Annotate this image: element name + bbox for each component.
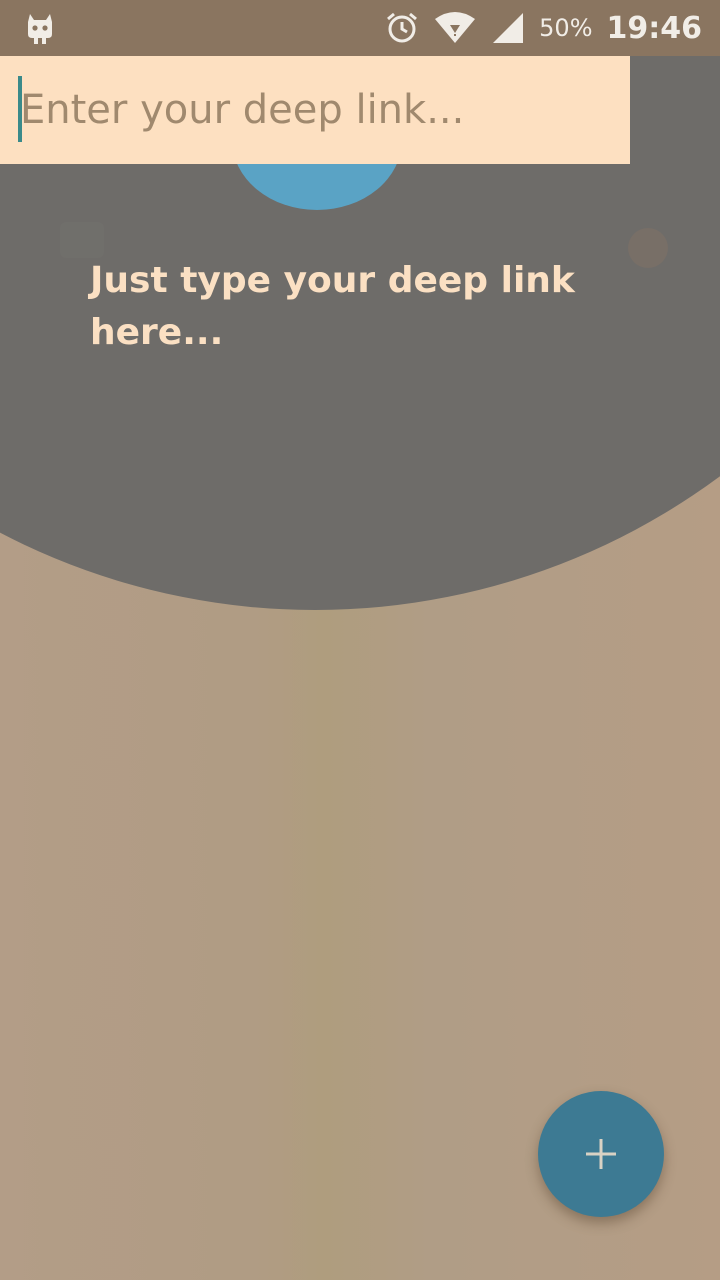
status-bar: 50% 19:46: [0, 0, 720, 56]
battery-percent: 50%: [539, 14, 593, 42]
status-icons: 50% 19:46: [385, 0, 702, 56]
add-button[interactable]: [538, 1091, 664, 1217]
clock: 19:46: [606, 10, 703, 46]
showcase-message: Just type your deep link here...: [90, 260, 575, 353]
cell-signal-icon: [491, 11, 525, 45]
app-screen: 50% 19:46 Just type your deep link here.…: [0, 0, 720, 1280]
action-icon: [628, 228, 668, 268]
deep-link-bar: [0, 56, 630, 164]
alarm-icon: [385, 11, 419, 45]
plus-icon: [583, 1136, 619, 1172]
cyanogen-mascot-icon: [22, 10, 62, 50]
wifi-icon: [433, 11, 477, 45]
menu-icon: [60, 222, 104, 258]
deep-link-input[interactable]: [0, 56, 630, 164]
text-cursor: [18, 76, 22, 142]
